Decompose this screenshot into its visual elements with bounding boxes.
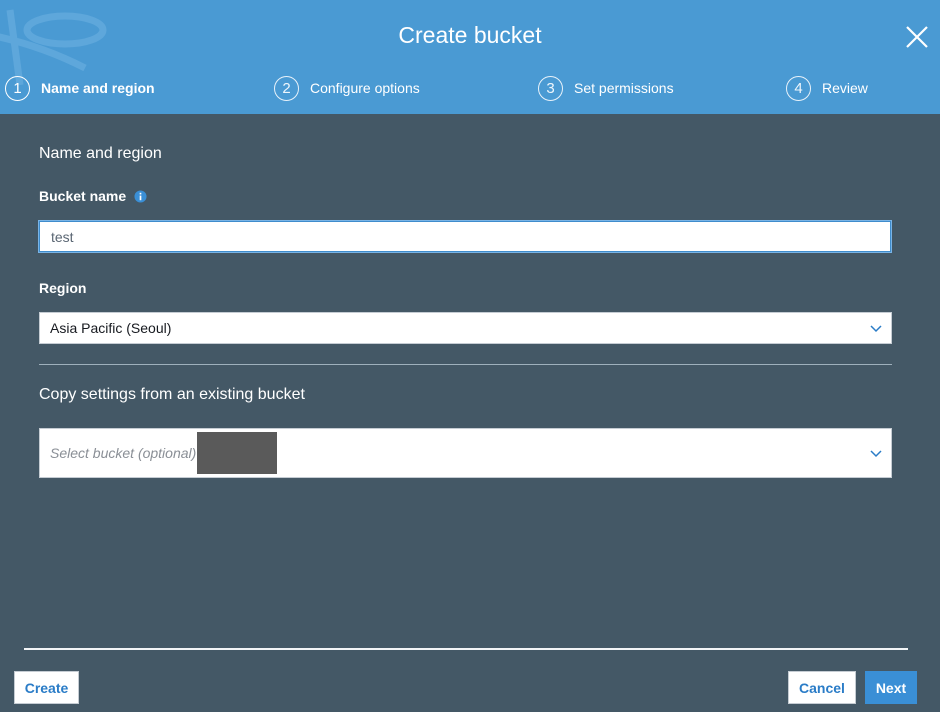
step-label: Set permissions — [574, 80, 674, 96]
step-label: Review — [822, 80, 868, 96]
redacted-block — [197, 432, 278, 474]
step-label: Configure options — [310, 80, 420, 96]
footer-divider — [24, 648, 908, 650]
dialog-header: Create bucket 1 Name and region 2 Config… — [0, 0, 940, 114]
close-icon[interactable] — [904, 24, 930, 50]
step-set-permissions[interactable]: 3 Set permissions — [538, 75, 674, 101]
copy-settings-title: Copy settings from an existing bucket — [39, 386, 305, 403]
create-button[interactable]: Create — [14, 671, 79, 704]
chevron-down-icon — [870, 325, 882, 333]
section-divider — [39, 364, 892, 365]
step-number: 1 — [5, 75, 30, 101]
dialog-title: Create bucket — [398, 22, 542, 48]
region-label: Region — [39, 280, 87, 296]
step-review[interactable]: 4 Review — [786, 75, 868, 101]
region-select[interactable]: Asia Pacific (Seoul) — [39, 312, 892, 344]
copy-bucket-select[interactable]: Select bucket (optional) — [39, 428, 892, 478]
step-label: Name and region — [41, 80, 155, 96]
next-button[interactable]: Next — [865, 671, 917, 704]
step-number: 2 — [274, 75, 299, 101]
bucket-name-label: Bucket name — [39, 188, 147, 204]
copy-bucket-placeholder: Select bucket (optional) — [50, 445, 197, 461]
step-configure-options[interactable]: 2 Configure options — [274, 75, 420, 101]
bucket-name-input[interactable] — [39, 221, 891, 252]
bucket-name-label-text: Bucket name — [39, 188, 127, 204]
section-title: Name and region — [39, 145, 162, 162]
step-number: 3 — [538, 75, 563, 101]
chevron-down-icon — [870, 450, 882, 458]
step-number: 4 — [786, 75, 811, 101]
step-name-and-region[interactable]: 1 Name and region — [5, 75, 155, 101]
cancel-button[interactable]: Cancel — [788, 671, 856, 704]
region-selected-value: Asia Pacific (Seoul) — [50, 320, 172, 336]
info-icon[interactable] — [134, 189, 147, 203]
